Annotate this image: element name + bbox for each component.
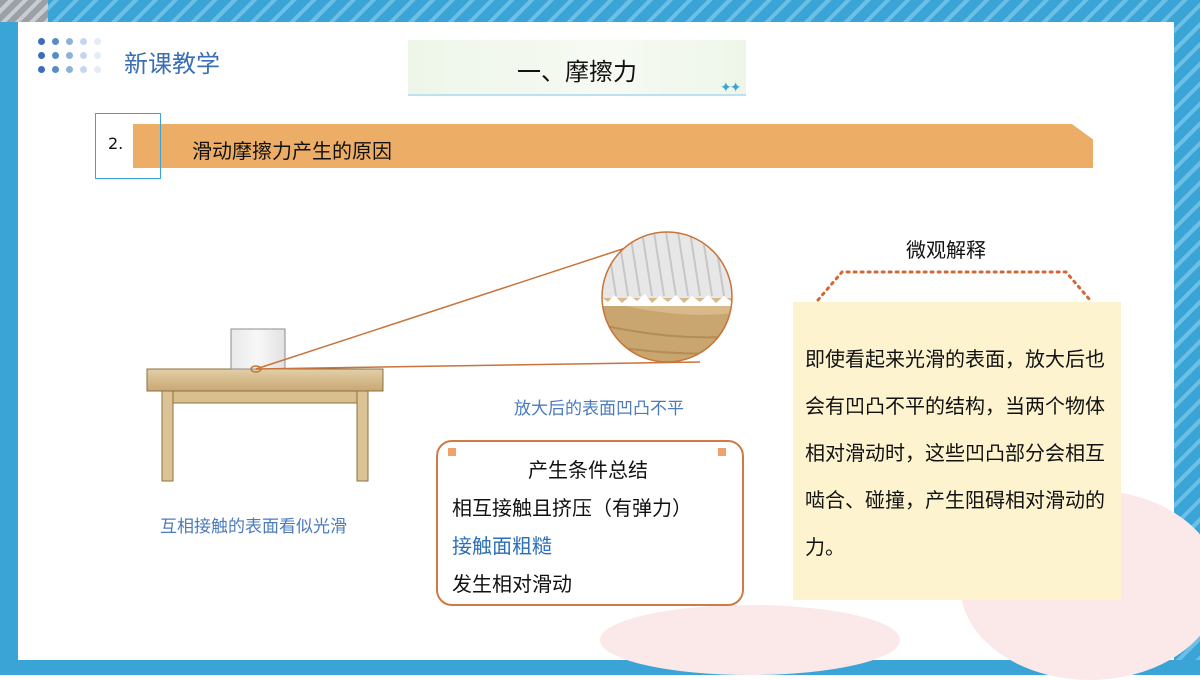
block-graphic xyxy=(230,328,286,370)
caption-smooth-surface: 互相接触的表面看似光滑 xyxy=(160,517,347,537)
micro-explanation-text: 即使看起来光滑的表面，放大后也会有凹凸不平的结构，当两个物体相对滑动时，这些凹凸… xyxy=(805,347,1105,559)
dotted-bracket xyxy=(816,270,1092,302)
micro-explanation-box: 即使看起来光滑的表面，放大后也会有凹凸不平的结构，当两个物体相对滑动时，这些凹凸… xyxy=(793,302,1121,600)
condition-item: 相互接触且挤压（有弹力） xyxy=(452,496,692,520)
condition-item: 接触面粗糙 xyxy=(452,534,552,558)
conditions-title: 产生条件总结 xyxy=(528,458,648,482)
table-graphic xyxy=(146,368,384,482)
caption-zoomed-surface: 放大后的表面凹凸不平 xyxy=(514,399,684,419)
micro-explanation-title: 微观解释 xyxy=(906,238,986,262)
conditions-box: 产生条件总结 相互接触且挤压（有弹力） 接触面粗糙 发生相对滑动 xyxy=(436,440,744,606)
condition-item: 发生相对滑动 xyxy=(452,572,572,596)
